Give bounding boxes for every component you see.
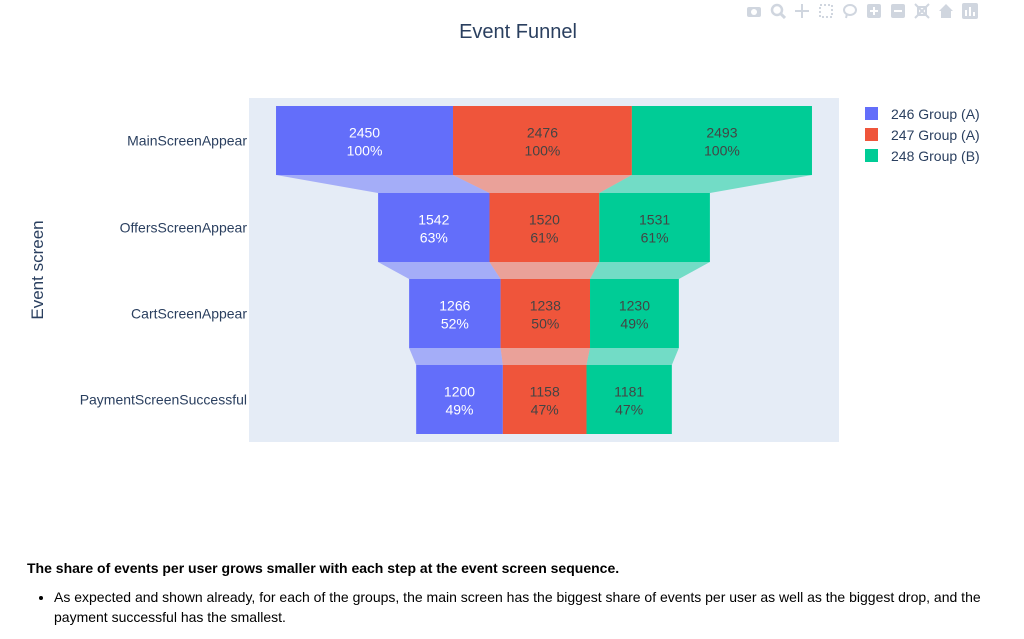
- funnel-connector: [489, 262, 600, 279]
- data-label-percent: 61%: [641, 230, 669, 246]
- chart-title: Event Funnel: [459, 21, 577, 43]
- data-label-percent: 47%: [615, 402, 643, 418]
- legend-item-label[interactable]: 248 Group (B): [891, 148, 980, 164]
- y-tick-label: CartScreenAppear: [131, 306, 247, 322]
- data-label-percent: 50%: [531, 316, 559, 332]
- zoom-in-icon[interactable]: [865, 2, 883, 20]
- funnel-bar[interactable]: [378, 193, 490, 262]
- funnel-connector: [586, 348, 679, 365]
- pan-icon[interactable]: [793, 2, 811, 20]
- plotly-logo-icon[interactable]: [961, 2, 979, 20]
- funnel-bar[interactable]: [631, 106, 812, 175]
- box-select-icon[interactable]: [817, 2, 835, 20]
- data-label-value: 1520: [529, 212, 560, 228]
- zoom-icon[interactable]: [769, 2, 787, 20]
- data-label-percent: 52%: [441, 316, 469, 332]
- data-label-percent: 63%: [420, 230, 448, 246]
- data-label-value: 1230: [619, 298, 650, 314]
- funnel-bar[interactable]: [586, 365, 672, 434]
- data-label-value: 1531: [639, 212, 670, 228]
- funnel-bar[interactable]: [489, 193, 600, 262]
- notes-heading: The share of events per user grows small…: [27, 560, 620, 576]
- y-tick-label: MainScreenAppear: [127, 133, 247, 149]
- notes-list: As expected and shown already, for each …: [27, 587, 1007, 627]
- data-label-value: 1200: [444, 384, 475, 400]
- data-label-value: 1181: [614, 384, 644, 400]
- lasso-icon[interactable]: [841, 2, 859, 20]
- data-label-value: 1542: [418, 212, 449, 228]
- data-label-percent: 100%: [704, 143, 740, 159]
- data-label-percent: 49%: [445, 402, 473, 418]
- legend-swatch[interactable]: [865, 149, 878, 162]
- modebar: [745, 2, 979, 20]
- data-label-value: 1238: [530, 298, 561, 314]
- zoom-out-icon[interactable]: [889, 2, 907, 20]
- funnel-bar[interactable]: [453, 106, 632, 175]
- data-label-percent: 100%: [525, 143, 561, 159]
- funnel-bar[interactable]: [502, 365, 587, 434]
- legend-item-label[interactable]: 247 Group (A): [891, 127, 980, 143]
- funnel-bar[interactable]: [590, 279, 679, 348]
- y-axis-ticks: MainScreenAppear OffersScreenAppear CartSc…: [80, 133, 248, 408]
- funnel-bar[interactable]: [599, 193, 710, 262]
- funnel-bar[interactable]: [276, 106, 454, 175]
- legend-item-label[interactable]: 246 Group (A): [891, 106, 980, 122]
- funnel-bar[interactable]: [409, 279, 501, 348]
- funnel-chart: Event Funnel 2450 100% 2476 100% 2493 100% 154…: [28, 21, 980, 442]
- y-tick-label: PaymentScreenSuccessful: [80, 392, 247, 408]
- data-label-value: 2450: [349, 125, 380, 141]
- data-label-percent: 100%: [347, 143, 383, 159]
- funnel-connector: [409, 348, 503, 365]
- autoscale-icon[interactable]: [913, 2, 931, 20]
- data-label-value: 2493: [706, 125, 737, 141]
- funnel-bar[interactable]: [416, 365, 503, 434]
- data-label-percent: 49%: [620, 316, 648, 332]
- funnel-bar[interactable]: [500, 279, 591, 348]
- funnel-connector: [500, 348, 591, 365]
- data-label-value: 2476: [527, 125, 558, 141]
- legend-swatch[interactable]: [865, 107, 878, 120]
- data-label-value: 1266: [439, 298, 470, 314]
- reset-axes-icon[interactable]: [937, 2, 955, 20]
- data-label-percent: 47%: [531, 402, 559, 418]
- legend: 246 Group (A) 247 Group (A) 248 Group (B): [865, 106, 980, 164]
- y-tick-label: OffersScreenAppear: [120, 220, 248, 236]
- camera-icon[interactable]: [745, 2, 763, 20]
- notes-section: The share of events per user grows small…: [27, 559, 1007, 627]
- data-label-percent: 61%: [530, 230, 558, 246]
- legend-swatch[interactable]: [865, 128, 878, 141]
- data-label-value: 1158: [530, 384, 560, 400]
- notes-bullet: As expected and shown already, for each …: [54, 587, 1007, 627]
- y-axis-label: Event screen: [28, 220, 47, 319]
